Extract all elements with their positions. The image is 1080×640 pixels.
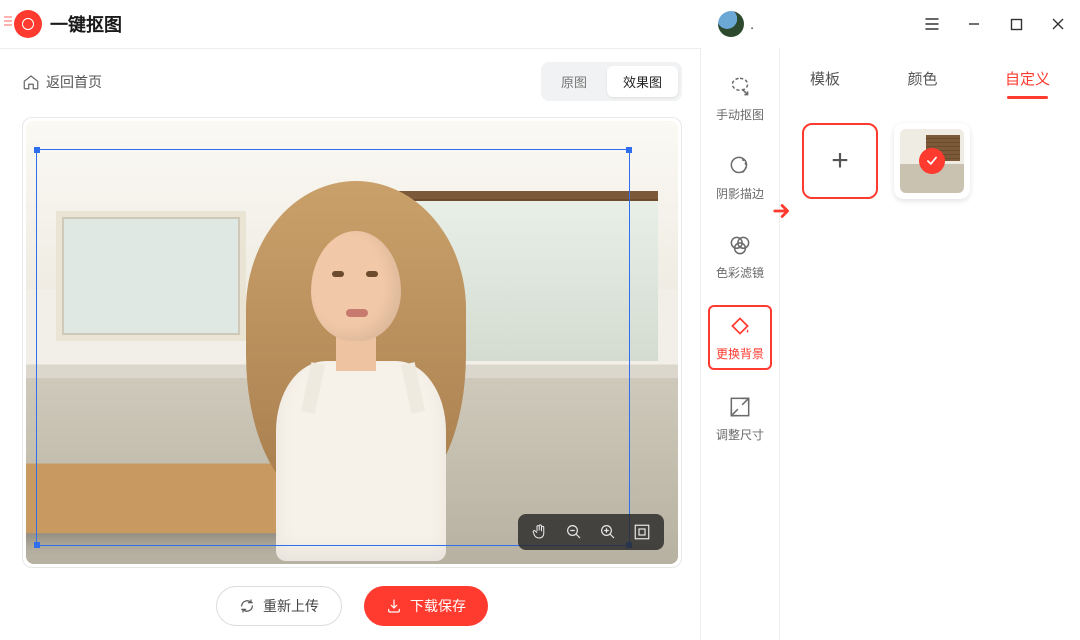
back-label: 返回首页 <box>46 72 102 92</box>
main-area: 返回首页 原图 效果图 <box>0 48 700 640</box>
maximize-button[interactable] <box>1008 16 1024 32</box>
app-title: 一键抠图 <box>50 11 122 37</box>
tool-label: 色彩滤镜 <box>716 264 764 281</box>
home-icon <box>22 73 40 91</box>
tool-change-background[interactable]: 更换背景 <box>708 305 772 370</box>
shadow-icon <box>727 153 753 179</box>
tool-label: 调整尺寸 <box>716 426 764 443</box>
minimize-button[interactable] <box>966 16 982 32</box>
back-home[interactable]: 返回首页 <box>22 72 102 92</box>
title-bar: 一键抠图 . <box>0 0 1080 48</box>
tool-label: 阴影描边 <box>716 185 764 202</box>
close-button[interactable] <box>1050 16 1066 32</box>
refresh-icon <box>239 598 255 614</box>
tool-shadow-stroke[interactable]: 阴影描边 <box>708 147 772 208</box>
tab-template[interactable]: 模板 <box>808 62 842 95</box>
tab-color[interactable]: 颜色 <box>905 62 939 95</box>
tool-resize[interactable]: 调整尺寸 <box>708 388 772 449</box>
download-label: 下载保存 <box>410 596 466 616</box>
reupload-button[interactable]: 重新上传 <box>216 586 342 626</box>
reupload-label: 重新上传 <box>263 596 319 616</box>
tool-rail: 手动抠图 阴影描边 色彩滤镜 更换背景 调整尺寸 <box>700 48 780 640</box>
filter-icon <box>727 232 753 258</box>
selected-check-icon <box>919 148 945 174</box>
resize-icon <box>727 394 753 420</box>
tool-color-filter[interactable]: 色彩滤镜 <box>708 226 772 287</box>
seg-original[interactable]: 原图 <box>545 66 603 97</box>
custom-bg-item[interactable] <box>894 123 970 199</box>
callout-arrow-icon <box>772 200 794 222</box>
tool-label: 手动抠图 <box>716 106 764 123</box>
right-panel: 模板 颜色 自定义 + <box>780 48 1080 640</box>
paint-bucket-icon <box>727 313 753 339</box>
view-segment: 原图 效果图 <box>541 62 682 101</box>
tool-label: 更换背景 <box>716 345 764 362</box>
download-button[interactable]: 下载保存 <box>364 586 488 626</box>
avatar-name: . <box>750 16 754 32</box>
selection-rect[interactable] <box>36 149 630 546</box>
avatar[interactable] <box>718 11 744 37</box>
tool-manual-cutout[interactable]: 手动抠图 <box>708 68 772 129</box>
canvas-frame <box>22 117 682 568</box>
add-custom-bg[interactable]: + <box>802 123 878 199</box>
plus-icon: + <box>831 144 849 178</box>
canvas[interactable] <box>26 121 678 564</box>
logo-icon <box>14 10 42 38</box>
custom-bg-list: + <box>802 123 1058 199</box>
seg-result[interactable]: 效果图 <box>607 66 678 97</box>
action-bar: 重新上传 下载保存 <box>22 568 682 630</box>
lasso-icon <box>727 74 753 100</box>
app-logo: 一键抠图 <box>14 10 122 38</box>
pan-tool-icon[interactable] <box>530 522 550 542</box>
download-icon <box>386 598 402 614</box>
zoom-toolbar <box>518 514 664 550</box>
zoom-out-icon[interactable] <box>564 522 584 542</box>
zoom-in-icon[interactable] <box>598 522 618 542</box>
tab-custom[interactable]: 自定义 <box>1003 62 1052 95</box>
panel-tabs: 模板 颜色 自定义 <box>802 62 1058 101</box>
window-controls <box>924 16 1066 32</box>
fit-screen-icon[interactable] <box>632 522 652 542</box>
menu-icon[interactable] <box>924 16 940 32</box>
